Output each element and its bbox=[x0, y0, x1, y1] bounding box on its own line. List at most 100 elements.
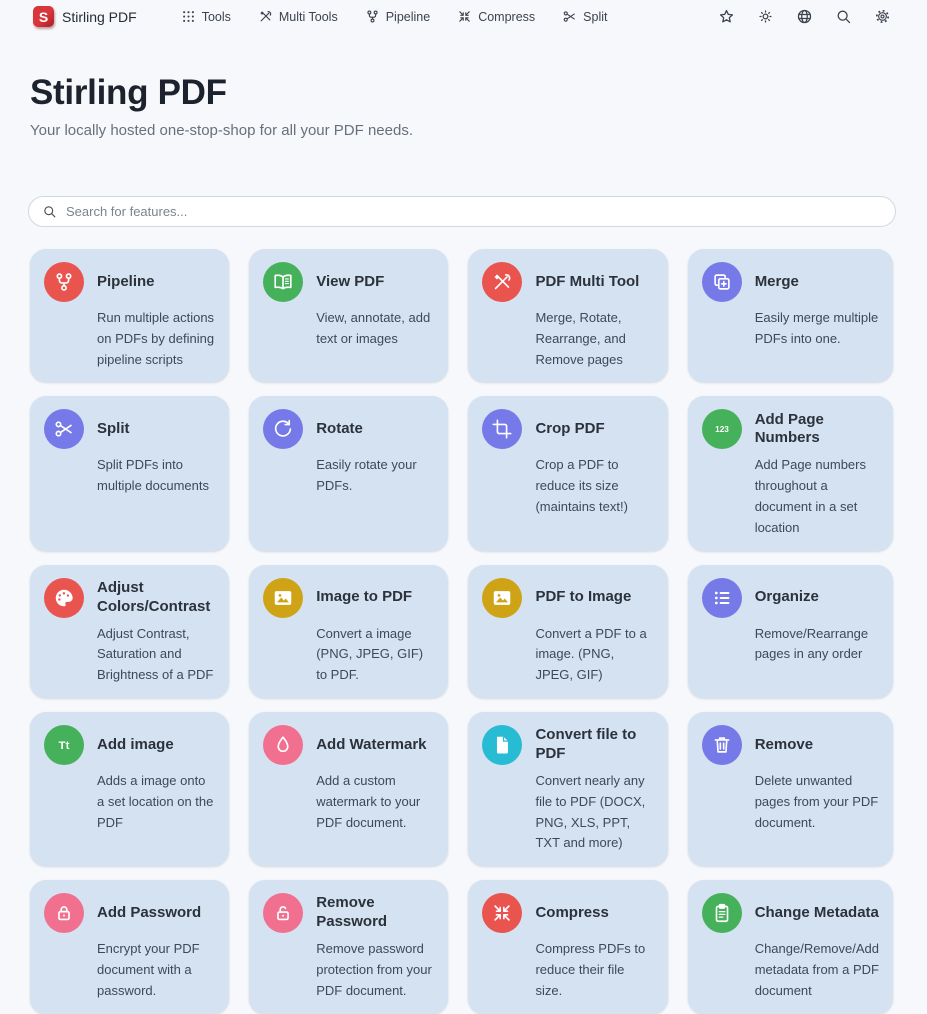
card-title: Add Page Numbers bbox=[755, 409, 879, 449]
feature-search-bar[interactable] bbox=[28, 196, 896, 227]
tool-card-compress[interactable]: Compress Compress PDFs to reduce their fi… bbox=[468, 880, 667, 1013]
tool-card-pdf-multi-tool[interactable]: PDF Multi ToolMerge, Rotate, Rearrange, … bbox=[468, 249, 667, 382]
card-title: Adjust Colors/Contrast bbox=[97, 578, 215, 618]
card-title: Add Watermark bbox=[316, 725, 434, 765]
tool-card-image-to-pdf[interactable]: Image to PDFConvert a image (PNG, JPEG, … bbox=[249, 565, 448, 698]
tool-card-remove[interactable]: RemoveDelete unwanted pages from your PD… bbox=[688, 712, 893, 866]
tool-card-view-pdf[interactable]: View PDFView, annotate, add text or imag… bbox=[249, 249, 448, 382]
card-title: Compress bbox=[535, 893, 653, 933]
favourites-button[interactable] bbox=[718, 8, 735, 25]
tool-card-organize[interactable]: Organize Remove/Rearrange pages in any or… bbox=[688, 565, 893, 698]
card-description: Adds a image onto a set location on the … bbox=[97, 771, 215, 833]
card-title: Convert file to PDF bbox=[535, 725, 653, 765]
nav-item-label: Split bbox=[583, 10, 607, 24]
tool-cards-grid: Pipeline Run multiple actions on PDFs by … bbox=[30, 249, 893, 1014]
card-title: Image to PDF bbox=[316, 578, 434, 618]
numbers-123-icon: 123 bbox=[702, 409, 742, 449]
nav-item-label: Compress bbox=[478, 10, 535, 24]
card-title: PDF Multi Tool bbox=[535, 262, 653, 302]
nav-item-label: Pipeline bbox=[386, 10, 430, 24]
search-button[interactable] bbox=[835, 8, 852, 25]
hammer-wrench-icon bbox=[482, 262, 522, 302]
settings-button[interactable] bbox=[874, 8, 891, 25]
sun-icon bbox=[757, 8, 774, 25]
card-description: Change/Remove/Add metadata from a PDF do… bbox=[755, 939, 879, 1001]
navbar-menu: Tools Multi Tools Pipeline Compress Split bbox=[181, 9, 608, 24]
file-icon bbox=[482, 725, 522, 765]
card-description: Easily rotate your PDFs. bbox=[316, 455, 434, 497]
droplet-icon bbox=[263, 725, 303, 765]
hero-section: Stirling PDF Your locally hosted one-sto… bbox=[0, 33, 927, 139]
tool-card-convert-file-to-pdf[interactable]: Convert file to PDF Convert nearly any fi… bbox=[468, 712, 667, 866]
tool-card-remove-password[interactable]: Remove PasswordRemove password protectio… bbox=[249, 880, 448, 1013]
card-title: Rotate bbox=[316, 409, 434, 449]
hammer-wrench-icon bbox=[258, 9, 273, 24]
language-button[interactable] bbox=[796, 8, 813, 25]
tool-card-change-metadata[interactable]: Change MetadataChange/Remove/Add metadat… bbox=[688, 880, 893, 1013]
tool-card-crop-pdf[interactable]: Crop PDFCrop a PDF to reduce its size (m… bbox=[468, 396, 667, 550]
card-description: Remove/Rearrange pages in any order bbox=[755, 624, 879, 666]
text-format-icon: Tt bbox=[44, 725, 84, 765]
nav-item-compress[interactable]: Compress bbox=[457, 9, 535, 24]
unlock-icon bbox=[263, 893, 303, 933]
list-icon bbox=[702, 578, 742, 618]
card-description: Easily merge multiple PDFs into one. bbox=[755, 308, 879, 350]
search-icon bbox=[835, 8, 852, 25]
lock-icon bbox=[44, 893, 84, 933]
search-input[interactable] bbox=[66, 204, 882, 219]
tool-card-add-watermark[interactable]: Add Watermark Add a custom watermark to y… bbox=[249, 712, 448, 866]
tool-card-add-password[interactable]: Add PasswordEncrypt your PDF document wi… bbox=[30, 880, 229, 1013]
nav-item-tools[interactable]: Tools bbox=[181, 9, 231, 24]
card-description: Run multiple actions on PDFs by defining… bbox=[97, 308, 215, 370]
tool-card-add-image[interactable]: Tt Add image Adds a image onto a set locat… bbox=[30, 712, 229, 866]
card-description: Delete unwanted pages from your PDF docu… bbox=[755, 771, 879, 833]
scissors-icon bbox=[44, 409, 84, 449]
card-description: Compress PDFs to reduce their file size. bbox=[535, 939, 653, 1001]
trash-icon bbox=[702, 725, 742, 765]
theme-toggle-button[interactable] bbox=[757, 8, 774, 25]
top-navbar: S Stirling PDF Tools Multi Tools Pipeline C… bbox=[0, 0, 927, 33]
card-title: Add image bbox=[97, 725, 215, 765]
svg-text:123: 123 bbox=[715, 426, 729, 435]
stirling-logo-icon: S bbox=[33, 6, 54, 27]
card-title: Merge bbox=[755, 262, 879, 302]
tool-card-pdf-to-image[interactable]: PDF to ImageConvert a PDF to a image. (P… bbox=[468, 565, 667, 698]
card-title: Organize bbox=[755, 578, 879, 618]
clipboard-icon bbox=[702, 893, 742, 933]
page-subtitle: Your locally hosted one-stop-shop for al… bbox=[30, 122, 897, 139]
image-icon bbox=[482, 578, 522, 618]
image-icon bbox=[263, 578, 303, 618]
compress-arrows-icon bbox=[457, 9, 472, 24]
card-description: Add a custom watermark to your PDF docum… bbox=[316, 771, 434, 833]
card-description: Split PDFs into multiple documents bbox=[97, 455, 215, 497]
scissors-icon bbox=[562, 9, 577, 24]
brand[interactable]: S Stirling PDF bbox=[33, 6, 137, 27]
book-open-icon bbox=[263, 262, 303, 302]
card-description: Encrypt your PDF document with a passwor… bbox=[97, 939, 215, 1001]
card-description: Add Page numbers throughout a document i… bbox=[755, 455, 879, 538]
gear-icon bbox=[874, 8, 891, 25]
card-description: Crop a PDF to reduce its size (maintains… bbox=[535, 455, 653, 517]
search-section bbox=[28, 196, 896, 227]
nav-item-pipeline[interactable]: Pipeline bbox=[365, 9, 430, 24]
tool-card-add-page-numbers[interactable]: 123 Add Page Numbers Add Page numbers thro… bbox=[688, 396, 893, 550]
merge-icon bbox=[702, 262, 742, 302]
nav-item-multi-tools[interactable]: Multi Tools bbox=[258, 9, 338, 24]
card-description: Adjust Contrast, Saturation and Brightne… bbox=[97, 624, 215, 686]
card-title: Remove Password bbox=[316, 893, 434, 933]
card-title: PDF to Image bbox=[535, 578, 653, 618]
svg-text:Tt: Tt bbox=[59, 740, 70, 752]
tool-card-pipeline[interactable]: Pipeline Run multiple actions on PDFs by … bbox=[30, 249, 229, 382]
tool-card-split[interactable]: SplitSplit PDFs into multiple documents bbox=[30, 396, 229, 550]
card-description: Convert nearly any file to PDF (DOCX, PN… bbox=[535, 771, 653, 854]
tool-card-merge[interactable]: Merge Easily merge multiple PDFs into one… bbox=[688, 249, 893, 382]
palette-icon bbox=[44, 578, 84, 618]
tool-card-rotate[interactable]: Rotate Easily rotate your PDFs. bbox=[249, 396, 448, 550]
grid-apps-icon bbox=[181, 9, 196, 24]
tool-card-adjust-colors-contrast[interactable]: Adjust Colors/Contrast Adjust Contrast, S… bbox=[30, 565, 229, 698]
card-title: Pipeline bbox=[97, 262, 215, 302]
crop-icon bbox=[482, 409, 522, 449]
pipeline-icon bbox=[365, 9, 380, 24]
nav-item-split[interactable]: Split bbox=[562, 9, 607, 24]
search-icon bbox=[42, 204, 57, 219]
